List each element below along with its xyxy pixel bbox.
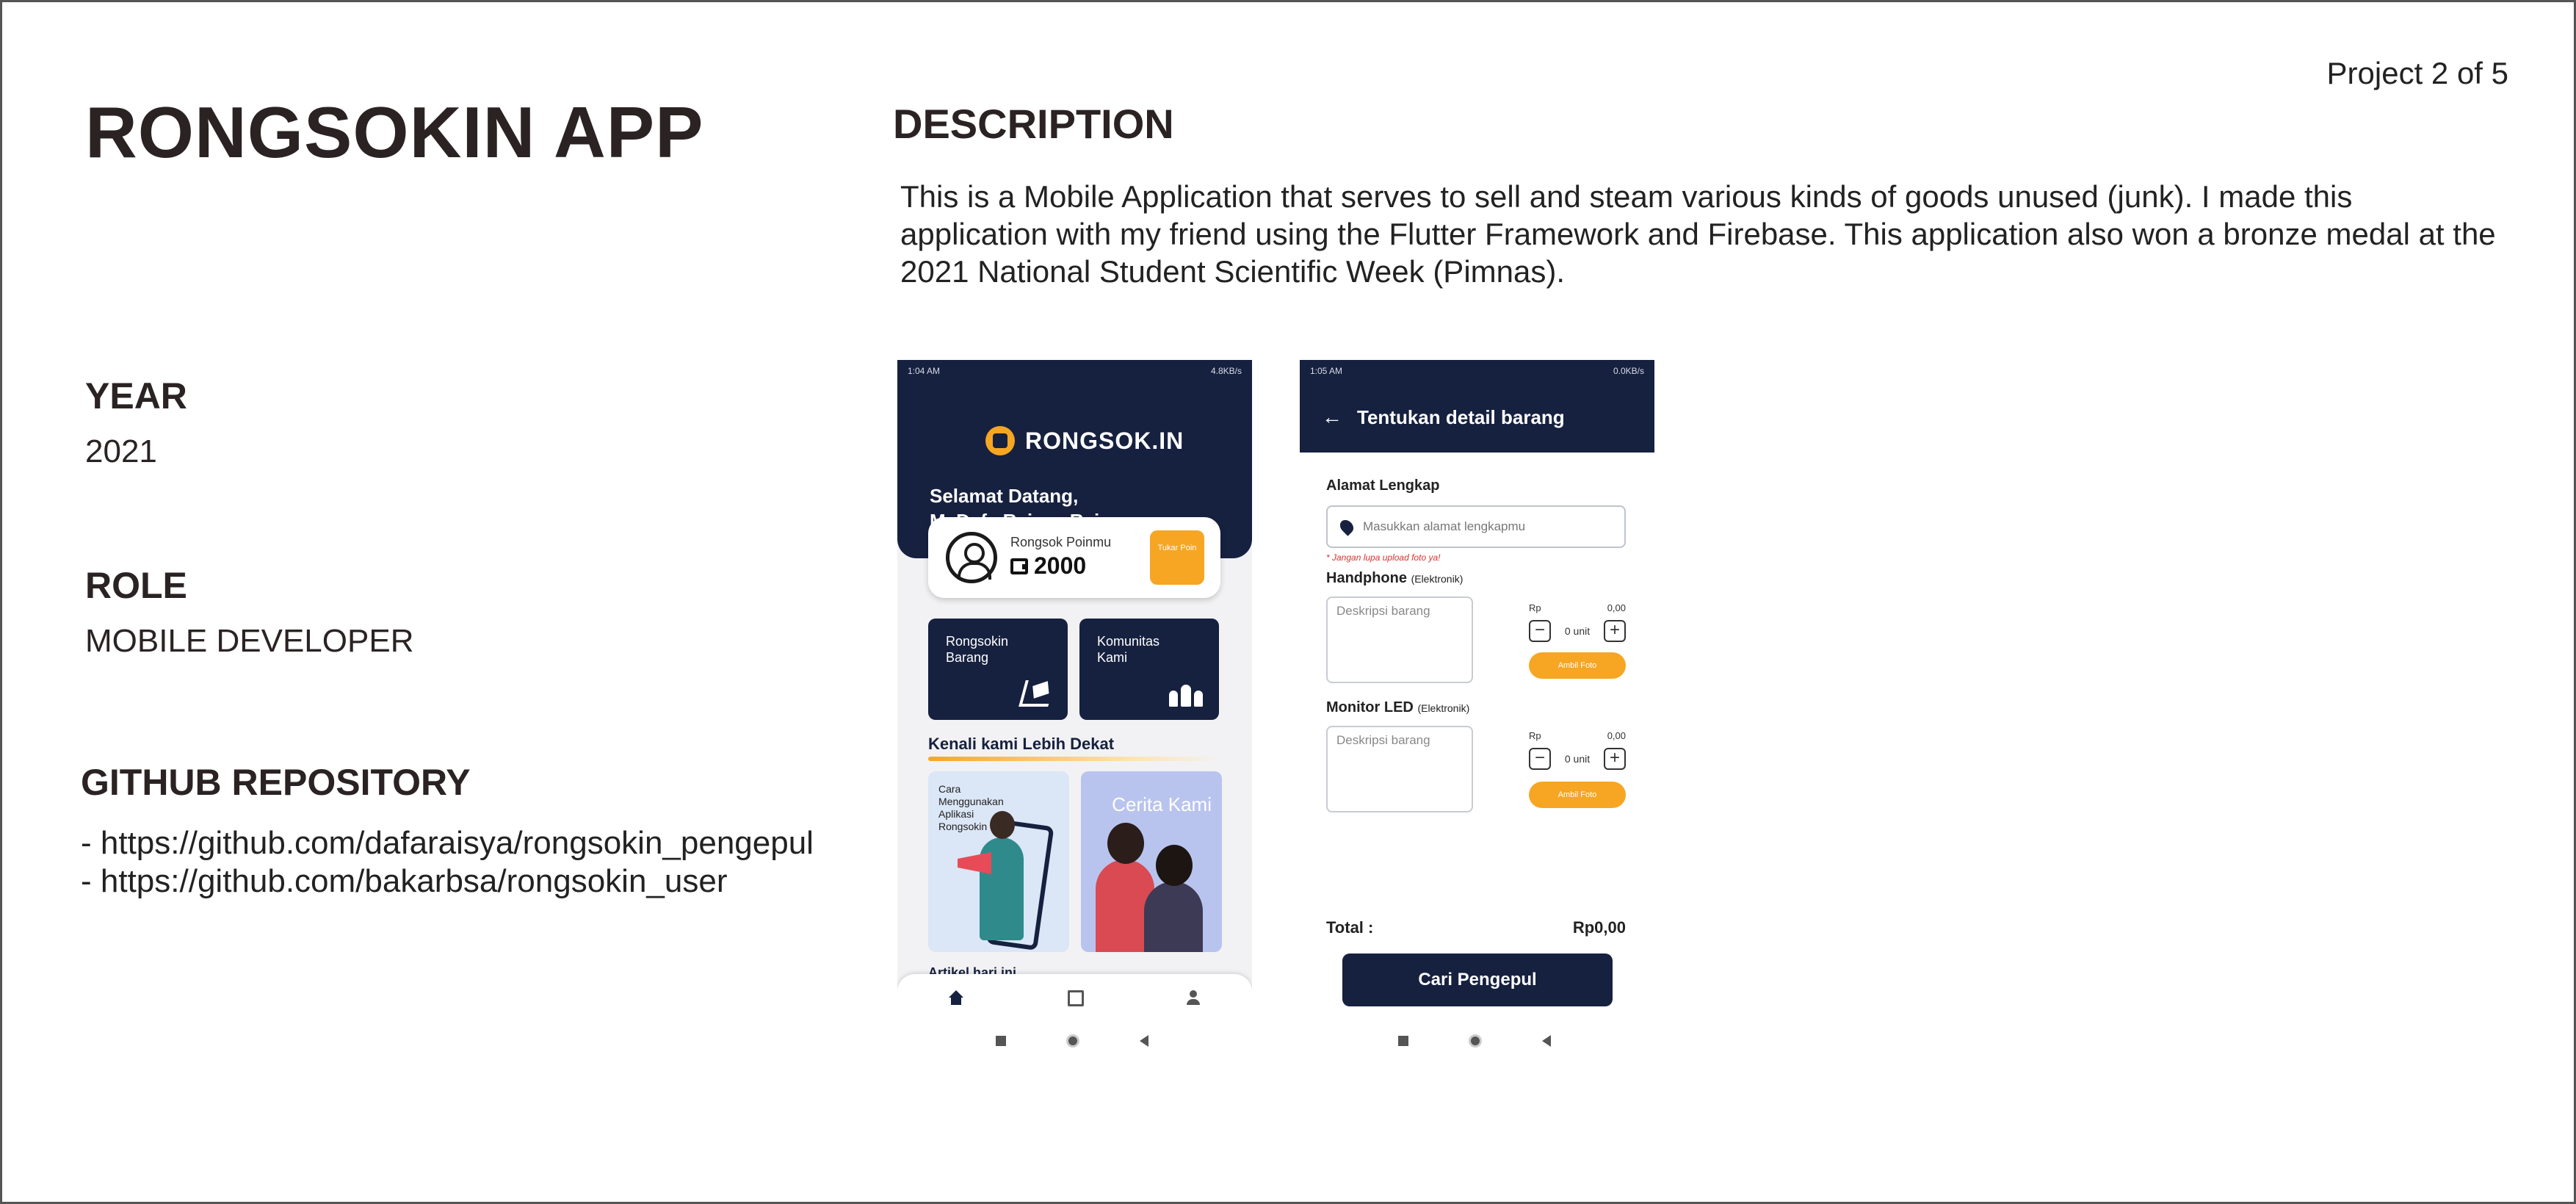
- take-photo-button[interactable]: Ambil Foto: [1529, 782, 1626, 808]
- bottom-nav: [897, 974, 1252, 1020]
- total-label: Total :: [1326, 918, 1374, 937]
- points-number: 2000: [1034, 552, 1087, 579]
- price-value: 0,00: [1607, 602, 1626, 613]
- system-nav-bar: [1300, 1020, 1654, 1065]
- status-time: 1:04 AM: [908, 366, 941, 376]
- tile-label-line-1: Komunitas: [1097, 634, 1160, 649]
- back-icon[interactable]: [1542, 1035, 1551, 1047]
- status-bar: 1:05 AM 0.0KB/s: [1300, 360, 1654, 382]
- home-icon[interactable]: [947, 990, 963, 1006]
- item-description-input[interactable]: Deskripsi barang: [1326, 596, 1473, 683]
- recents-icon[interactable]: [996, 1036, 1006, 1046]
- section-underline: [928, 757, 1222, 761]
- description-text: This is a Mobile Application that serves…: [900, 179, 2496, 289]
- role-value: MOBILE DEVELOPER: [85, 623, 414, 659]
- quantity-value: 0 unit: [1564, 753, 1591, 765]
- status-info: 4.8KB/s: [1210, 366, 1242, 376]
- item-name-text: Handphone: [1326, 570, 1407, 586]
- status-bar: 1:04 AM 4.8KB/s: [897, 360, 1252, 382]
- phone-screenshot-detail: 1:05 AM 0.0KB/s ← Tentukan detail barang…: [1300, 360, 1654, 1065]
- system-nav-bar: [897, 1020, 1252, 1065]
- plus-icon[interactable]: +: [1604, 620, 1626, 642]
- quantity-stepper: − 0 unit +: [1529, 620, 1626, 642]
- currency-label: Rp: [1529, 602, 1541, 613]
- price-value: 0,00: [1607, 730, 1626, 741]
- year-value: 2021: [85, 433, 157, 469]
- caption-line: Cara: [938, 783, 961, 795]
- points-card: Rongsok Poinmu 2000 Tukar Poin: [928, 517, 1220, 598]
- app-title: RONGSOKIN APP: [85, 92, 704, 173]
- item-name: Monitor LED (Elektronik): [1326, 699, 1469, 716]
- caption-line: Menggunakan: [938, 796, 1004, 807]
- card-our-story[interactable]: Cerita Kami: [1081, 771, 1222, 952]
- role-label: ROLE: [85, 565, 187, 606]
- status-time: 1:05 AM: [1310, 366, 1343, 376]
- swap-points-button[interactable]: Tukar Poin: [1150, 530, 1204, 585]
- community-icon: [1169, 677, 1203, 707]
- tile-label-line-2: Barang: [946, 650, 989, 665]
- project-counter: Project 2 of 5: [2326, 56, 2508, 90]
- year-label: YEAR: [85, 375, 187, 417]
- quantity-stepper: − 0 unit +: [1529, 748, 1626, 770]
- user-avatar-icon: [946, 532, 997, 583]
- back-icon[interactable]: [1140, 1035, 1148, 1047]
- description-heading: DESCRIPTION: [893, 101, 1174, 147]
- wallet-icon: [1010, 558, 1028, 574]
- back-arrow-icon[interactable]: ←: [1322, 405, 1342, 429]
- item-name: Handphone (Elektronik): [1326, 570, 1463, 587]
- item-category: (Elektronik): [1417, 702, 1470, 714]
- currency-label: Rp: [1529, 730, 1541, 741]
- github-label: GITHUB REPOSITORY: [81, 762, 471, 803]
- total-value: Rp0,00: [1572, 918, 1626, 937]
- card-caption: Cerita Kami: [1112, 793, 1212, 815]
- home-button-icon[interactable]: [1066, 1034, 1079, 1048]
- item-price: Rp 0,00: [1529, 602, 1626, 613]
- upload-warning: * Jangan lupa upload foto ya!: [1326, 552, 1441, 563]
- section-title: Kenali kami Lebih Dekat: [928, 735, 1115, 753]
- location-pin-icon: [1337, 517, 1356, 536]
- points-value: 2000: [1010, 552, 1086, 580]
- home-button-icon[interactable]: [1469, 1034, 1482, 1048]
- brand-name: RONGSOK.IN: [1025, 427, 1184, 454]
- item-name-text: Monitor LED: [1326, 699, 1414, 715]
- megaphone-icon: [958, 852, 991, 874]
- address-label: Alamat Lengkap: [1326, 477, 1440, 494]
- github-link-user[interactable]: - https://github.com/bakarbsa/rongsokin_…: [81, 862, 814, 901]
- greeting-line-1: Selamat Datang,: [930, 485, 1079, 507]
- item-category: (Elektronik): [1411, 573, 1464, 585]
- tile-komunitas-kami[interactable]: Komunitas Kami: [1079, 619, 1219, 720]
- item-description-input[interactable]: Deskripsi barang: [1326, 726, 1473, 812]
- address-placeholder: Masukkan alamat lengkapmu: [1363, 519, 1526, 533]
- points-label: Rongsok Poinmu: [1010, 535, 1112, 549]
- address-input[interactable]: Masukkan alamat lengkapmu: [1326, 505, 1626, 548]
- plus-icon[interactable]: +: [1604, 748, 1626, 770]
- status-info: 0.0KB/s: [1613, 366, 1644, 376]
- person-illustration: [1144, 845, 1203, 952]
- person-illustration: [980, 811, 1024, 940]
- profile-icon[interactable]: [1185, 990, 1201, 1006]
- recents-icon[interactable]: [1398, 1036, 1408, 1046]
- brand: RONGSOK.IN: [985, 426, 1184, 455]
- brand-logo-icon: [985, 426, 1015, 455]
- phone-screenshot-home: 1:04 AM 4.8KB/s RONGSOK.IN Selamat Datan…: [897, 360, 1252, 1065]
- github-link-pengepul[interactable]: - https://github.com/dafaraisya/rongsoki…: [81, 824, 814, 862]
- trolley-icon: [1019, 680, 1055, 707]
- total-row: Total : Rp0,00: [1326, 918, 1626, 937]
- minus-icon[interactable]: −: [1529, 620, 1551, 642]
- tile-rongsokin-barang[interactable]: Rongsokin Barang: [928, 619, 1068, 720]
- tile-label-line-1: Rongsokin: [946, 634, 1009, 649]
- card-how-to-use[interactable]: Cara Menggunakan Aplikasi Rongsokin: [928, 771, 1069, 952]
- github-links: - https://github.com/dafaraisya/rongsoki…: [81, 824, 814, 901]
- find-collector-button[interactable]: Cari Pengepul: [1342, 954, 1613, 1006]
- quantity-value: 0 unit: [1564, 625, 1591, 637]
- take-photo-button[interactable]: Ambil Foto: [1529, 652, 1626, 679]
- detail-header: ← Tentukan detail barang: [1300, 382, 1654, 453]
- item-price: Rp 0,00: [1529, 730, 1626, 741]
- history-icon[interactable]: [1068, 990, 1084, 1006]
- tile-label-line-2: Kami: [1097, 650, 1128, 665]
- minus-icon[interactable]: −: [1529, 748, 1551, 770]
- detail-title: Tentukan detail barang: [1357, 405, 1565, 428]
